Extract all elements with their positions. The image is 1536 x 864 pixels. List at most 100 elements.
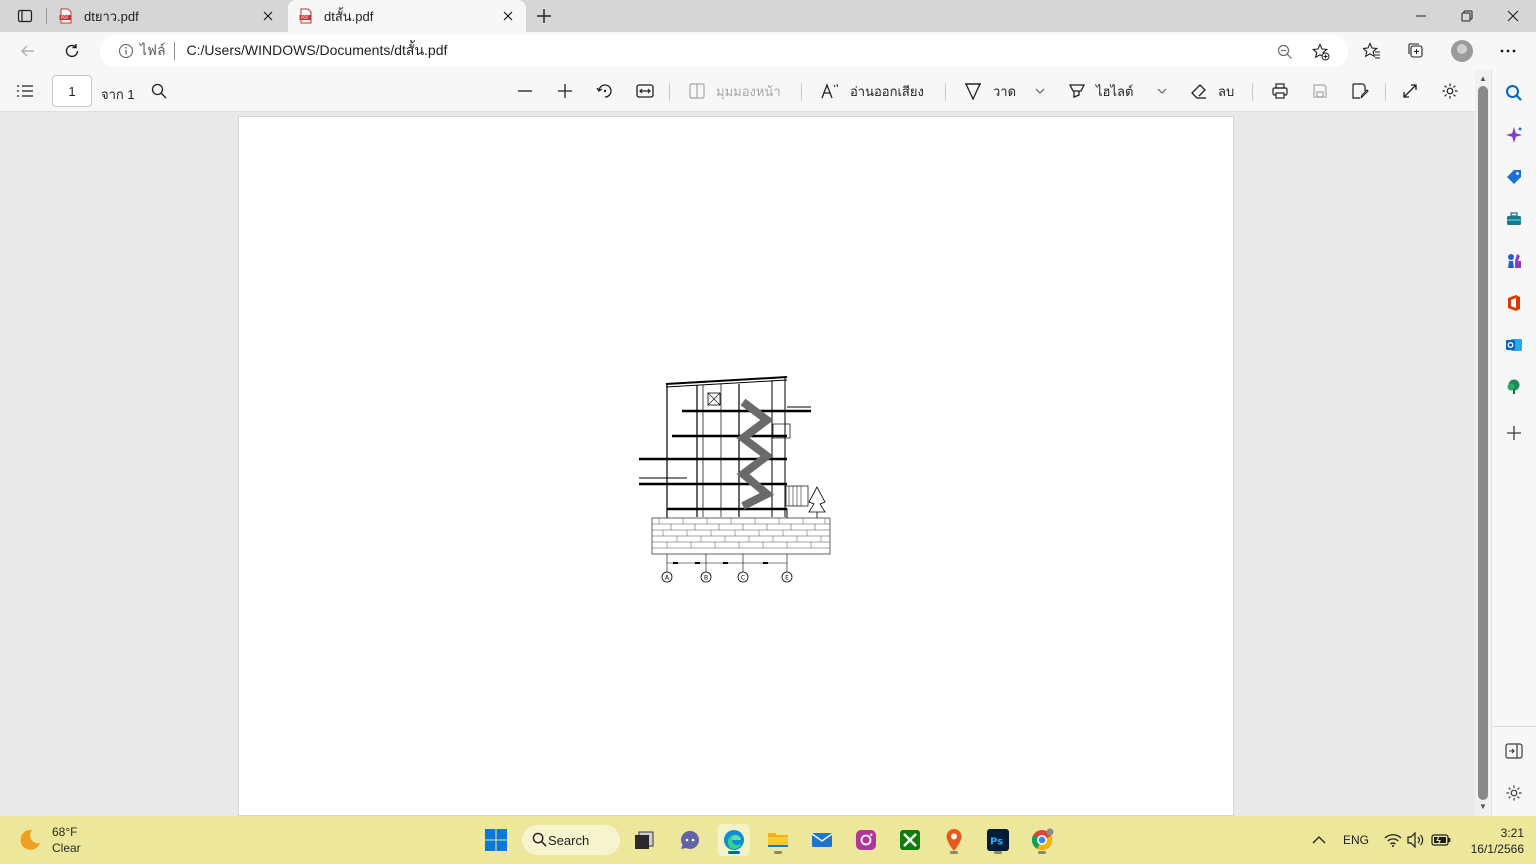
taskbar-search[interactable]: Search xyxy=(522,825,620,855)
zoom-in-button[interactable] xyxy=(550,76,580,106)
maps-button[interactable] xyxy=(938,824,970,856)
file-explorer-button[interactable] xyxy=(762,824,794,856)
instagram-icon xyxy=(856,830,876,850)
profile-button[interactable] xyxy=(1446,35,1478,67)
rotate-button[interactable] xyxy=(590,76,620,106)
sidebar-settings-button[interactable] xyxy=(1501,780,1527,806)
sidebar-shopping-button[interactable] xyxy=(1501,164,1527,190)
edge-sidebar xyxy=(1491,70,1536,816)
xbox-button[interactable] xyxy=(894,824,926,856)
divider xyxy=(173,42,175,60)
divider xyxy=(1492,726,1536,727)
windows-logo-icon xyxy=(485,829,507,851)
chevron-down-icon xyxy=(1035,88,1045,94)
address-bar[interactable]: ไฟล์ C:/Users/WINDOWS/Documents/dtสั้น.p… xyxy=(100,35,1348,67)
page-view-button[interactable]: มุมมองหน้า xyxy=(688,76,781,106)
plus-icon xyxy=(558,84,572,98)
restore-button[interactable] xyxy=(1444,0,1490,32)
chrome-icon xyxy=(1031,828,1054,850)
language-indicator[interactable]: ENG xyxy=(1343,816,1369,864)
sidebar-tools-button[interactable] xyxy=(1501,206,1527,232)
sidebar-drop-button[interactable] xyxy=(1501,374,1527,400)
show-hidden-icons-button[interactable] xyxy=(1312,816,1326,864)
favorites-button[interactable] xyxy=(1356,35,1388,67)
add-favorite-icon[interactable] xyxy=(1310,41,1332,63)
sidebar-hide-button[interactable] xyxy=(1501,738,1527,764)
gear-icon xyxy=(1442,83,1458,99)
divider xyxy=(945,83,946,101)
url-text[interactable]: C:/Users/WINDOWS/Documents/dtสั้น.pdf xyxy=(187,40,1348,62)
edge-taskbar-button[interactable] xyxy=(718,824,750,856)
back-button[interactable] xyxy=(12,35,44,67)
printer-icon xyxy=(1272,83,1288,99)
highlight-label: ไฮไลต์ xyxy=(1096,83,1134,99)
site-info-icon[interactable] xyxy=(118,43,134,59)
find-button[interactable] xyxy=(144,76,174,106)
scroll-up-arrow[interactable]: ▲ xyxy=(1478,74,1488,84)
battery-icon[interactable] xyxy=(1431,816,1451,864)
taskbar: 68°F Clear Search Ps ENG 3:21 16/1/2566 xyxy=(0,816,1536,864)
refresh-button[interactable] xyxy=(56,35,88,67)
close-window-button[interactable] xyxy=(1490,0,1536,32)
mail-button[interactable] xyxy=(806,824,838,856)
grid-label-b: B xyxy=(704,575,708,582)
tab-close-button[interactable] xyxy=(260,8,276,24)
photoshop-icon: Ps xyxy=(987,829,1009,851)
sidebar-search-button[interactable] xyxy=(1501,80,1527,106)
start-button[interactable] xyxy=(480,824,512,856)
scrollbar-thumb[interactable] xyxy=(1478,86,1488,800)
outlook-icon xyxy=(1506,339,1522,351)
sidebar-add-button[interactable] xyxy=(1501,420,1527,446)
contents-button[interactable] xyxy=(10,76,40,106)
volume-icon[interactable] xyxy=(1406,816,1424,864)
more-menu-button[interactable] xyxy=(1492,35,1524,67)
tab-dtyao[interactable]: PDF dtยาว.pdf xyxy=(48,0,286,32)
pdf-viewer[interactable]: A B C E xyxy=(0,112,1475,816)
fullscreen-button[interactable] xyxy=(1395,76,1425,106)
scroll-down-arrow[interactable]: ▼ xyxy=(1478,802,1488,812)
tab-dtsan[interactable]: PDF dtสั้น.pdf xyxy=(288,0,526,32)
draw-options-dropdown[interactable] xyxy=(1032,76,1048,106)
sidebar-outlook-button[interactable] xyxy=(1501,332,1527,358)
wifi-icon[interactable] xyxy=(1384,816,1402,864)
weather-widget[interactable]: 68°F Clear xyxy=(18,824,81,856)
tab-close-button[interactable] xyxy=(500,8,516,24)
close-icon xyxy=(1507,10,1519,22)
chrome-button[interactable] xyxy=(1026,824,1058,856)
page-view-label: มุมมองหน้า xyxy=(716,83,781,99)
sidebar-games-button[interactable] xyxy=(1501,248,1527,274)
page-number-input[interactable]: 1 xyxy=(52,75,92,107)
draw-button[interactable]: วาด xyxy=(963,76,1016,106)
teams-chat-button[interactable] xyxy=(674,824,706,856)
fit-to-width-button[interactable] xyxy=(630,76,660,106)
minimize-button[interactable] xyxy=(1398,0,1444,32)
tab-actions-button[interactable] xyxy=(8,4,42,28)
save-button[interactable] xyxy=(1305,76,1335,106)
draw-label: วาด xyxy=(993,83,1017,99)
sidebar-copilot-button[interactable] xyxy=(1501,122,1527,148)
divider xyxy=(1252,83,1253,101)
toolbox-icon xyxy=(1507,212,1521,225)
eraser-icon xyxy=(1191,84,1206,99)
sidebar-office-button[interactable] xyxy=(1501,290,1527,316)
print-button[interactable] xyxy=(1265,76,1295,106)
search-icon xyxy=(1506,85,1522,101)
read-aloud-icon xyxy=(821,83,838,99)
grid-label-c: C xyxy=(741,575,745,582)
system-clock[interactable]: 3:21 16/1/2566 xyxy=(1460,825,1524,857)
erase-button[interactable]: ลบ xyxy=(1190,76,1234,106)
zoom-out-icon[interactable] xyxy=(1274,41,1296,63)
vertical-scrollbar[interactable]: ▲ ▼ xyxy=(1475,70,1491,816)
photoshop-button[interactable]: Ps xyxy=(982,824,1014,856)
read-aloud-button[interactable]: อ่านออกเสียง xyxy=(820,76,924,106)
new-tab-button[interactable] xyxy=(532,4,556,28)
pdf-settings-button[interactable] xyxy=(1435,76,1465,106)
zoom-out-button[interactable] xyxy=(510,76,540,106)
instagram-button[interactable] xyxy=(850,824,882,856)
save-as-button[interactable] xyxy=(1345,76,1375,106)
collections-button[interactable] xyxy=(1400,35,1432,67)
task-view-button[interactable] xyxy=(628,824,660,856)
highlight-options-dropdown[interactable] xyxy=(1154,76,1170,106)
highlight-button[interactable]: ไฮไลต์ xyxy=(1068,76,1133,106)
divider xyxy=(801,83,802,101)
